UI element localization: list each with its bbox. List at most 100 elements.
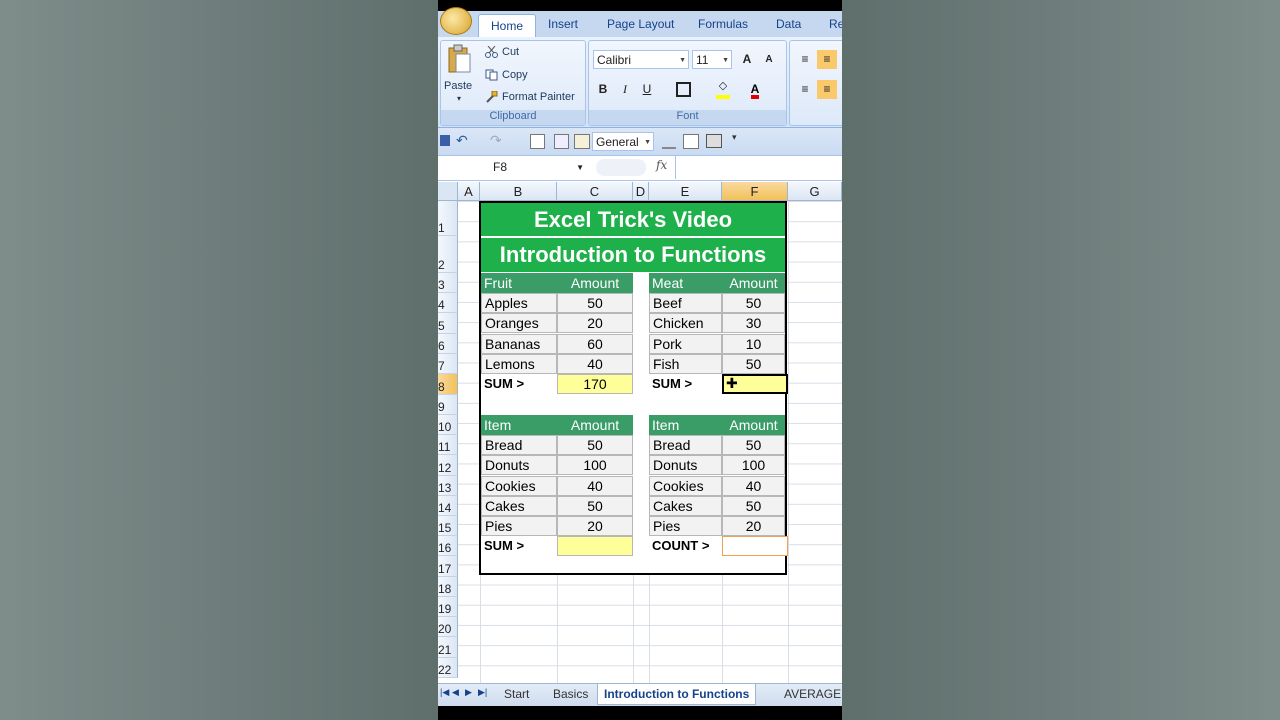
sum-label[interactable]: SUM > [481,536,557,556]
undo-icon[interactable]: ↶ [456,132,468,149]
redo-icon[interactable]: ↷ [490,132,502,149]
sheet-tab-basics[interactable]: Basics [553,684,588,704]
table-cell[interactable]: Apples [481,293,557,313]
table-cell[interactable]: Cakes [649,496,722,516]
font-name-combo[interactable]: Calibri ▼ [593,50,689,69]
table-cell[interactable]: 50 [722,435,785,455]
table-cell[interactable]: 100 [722,455,785,475]
table-cell[interactable]: 50 [722,354,785,374]
font-color-button[interactable]: A [745,80,765,99]
align-left-icon[interactable]: ≡ [795,80,815,99]
table-cell[interactable]: Bread [649,435,722,455]
table-cell[interactable]: 50 [557,435,633,455]
row-header-22[interactable]: 22 [438,658,458,678]
table-cell[interactable]: Pies [649,516,722,536]
table-cell[interactable]: 50 [722,293,785,313]
row-header-10[interactable]: 10 [438,415,458,435]
table-header-cell[interactable]: Fruit [481,273,557,293]
table-cell[interactable]: Bananas [481,334,557,354]
row-header-7[interactable]: 7 [438,354,458,374]
table-cell[interactable]: Pies [481,516,557,536]
row-header-18[interactable]: 18 [438,577,458,597]
font-size-combo[interactable]: 11 ▼ [692,50,732,69]
row-header-12[interactable]: 12 [438,455,458,476]
sheet-title[interactable]: Excel Trick's Video [481,203,785,236]
italic-button[interactable]: I [615,80,635,99]
name-box[interactable]: F8 ▼ [438,158,590,177]
sheet-tab-start[interactable]: Start [504,684,529,704]
table-cell[interactable]: Fish [649,354,722,374]
table-cell[interactable]: Cakes [481,496,557,516]
first-sheet-icon[interactable]: |◀ [440,687,449,698]
row-header-16[interactable]: 16 [438,536,458,556]
tab-data[interactable]: Data [776,17,801,31]
row-header-21[interactable]: 21 [438,637,458,658]
table-cell[interactable]: 20 [557,313,633,333]
row-header-8[interactable]: 8 [438,374,458,395]
chart-icon[interactable] [662,135,676,149]
paste-dropdown-icon[interactable]: ▾ [457,94,461,103]
table-cell[interactable]: 20 [557,516,633,536]
copy-button[interactable]: Copy [485,69,528,81]
table-cell[interactable]: 100 [557,455,633,475]
row-header-1[interactable]: 1 [438,201,458,236]
find-icon[interactable] [574,134,590,149]
table-header-cell[interactable]: Item [481,415,557,435]
table-cell[interactable]: 60 [557,334,633,354]
select-all-corner[interactable] [438,182,458,201]
tab-insert[interactable]: Insert [548,17,578,31]
align-center-icon[interactable]: ≡ [817,80,837,99]
tab-home[interactable]: Home [478,14,537,38]
align-middle-icon[interactable]: ≡ [817,50,837,69]
count-label[interactable]: COUNT > [649,536,722,556]
table-header-cell[interactable]: Amount [722,415,785,435]
row-header-15[interactable]: 15 [438,516,458,536]
sum-result-cell[interactable] [557,536,633,556]
column-header-g[interactable]: G [788,182,842,201]
prev-sheet-icon[interactable]: ◀ [452,687,459,698]
table-cell[interactable]: 50 [557,496,633,516]
formula-input[interactable] [675,156,842,179]
print-preview-icon[interactable] [530,134,545,149]
row-header-11[interactable]: 11 [438,435,458,455]
underline-button[interactable]: U [637,80,657,99]
table-cell[interactable]: Donuts [649,455,722,475]
row-header-3[interactable]: 3 [438,273,458,293]
row-header-5[interactable]: 5 [438,313,458,334]
row-header-19[interactable]: 19 [438,597,458,617]
row-header-14[interactable]: 14 [438,496,458,516]
tab-page-layout[interactable]: Page Layout [607,17,674,31]
table-cell[interactable]: Donuts [481,455,557,475]
sum-label[interactable]: SUM > [481,374,557,394]
row-header-4[interactable]: 4 [438,293,458,313]
column-header-e[interactable]: E [649,182,722,201]
row-header-2[interactable]: 2 [438,236,458,273]
row-header-20[interactable]: 20 [438,617,458,637]
column-header-f[interactable]: F [722,182,788,201]
sheet-subtitle[interactable]: Introduction to Functions [481,238,785,272]
column-header-b[interactable]: B [480,182,557,201]
paste-button[interactable]: Paste [444,80,472,92]
last-sheet-icon[interactable]: ▶| [478,687,487,698]
format-painter-button[interactable]: Format Painter [485,90,575,103]
tab-review[interactable]: Re [829,17,842,31]
tab-formulas[interactable]: Formulas [698,17,748,31]
office-button-icon[interactable] [440,7,472,35]
insert-function-icon[interactable]: fx [656,158,667,172]
table-cell[interactable]: 40 [557,476,633,496]
table-cell[interactable]: 30 [722,313,785,333]
row-header-9[interactable]: 9 [438,395,458,415]
customize-qat-icon[interactable]: ▾ [732,132,737,143]
table-cell[interactable]: 50 [722,496,785,516]
table-cell[interactable]: 50 [557,293,633,313]
cut-button[interactable]: Cut [485,45,519,59]
table-cell[interactable]: 40 [722,476,785,496]
table-cell[interactable]: 10 [722,334,785,354]
sheet-tab-average[interactable]: AVERAGE [784,684,841,704]
count-result-cell[interactable] [722,536,788,556]
shrink-font-button[interactable]: A [759,50,779,69]
table-cell[interactable]: Lemons [481,354,557,374]
fill-color-button[interactable]: ◇ [713,80,733,99]
table-cell[interactable]: Beef [649,293,722,313]
column-header-d[interactable]: D [633,182,649,201]
